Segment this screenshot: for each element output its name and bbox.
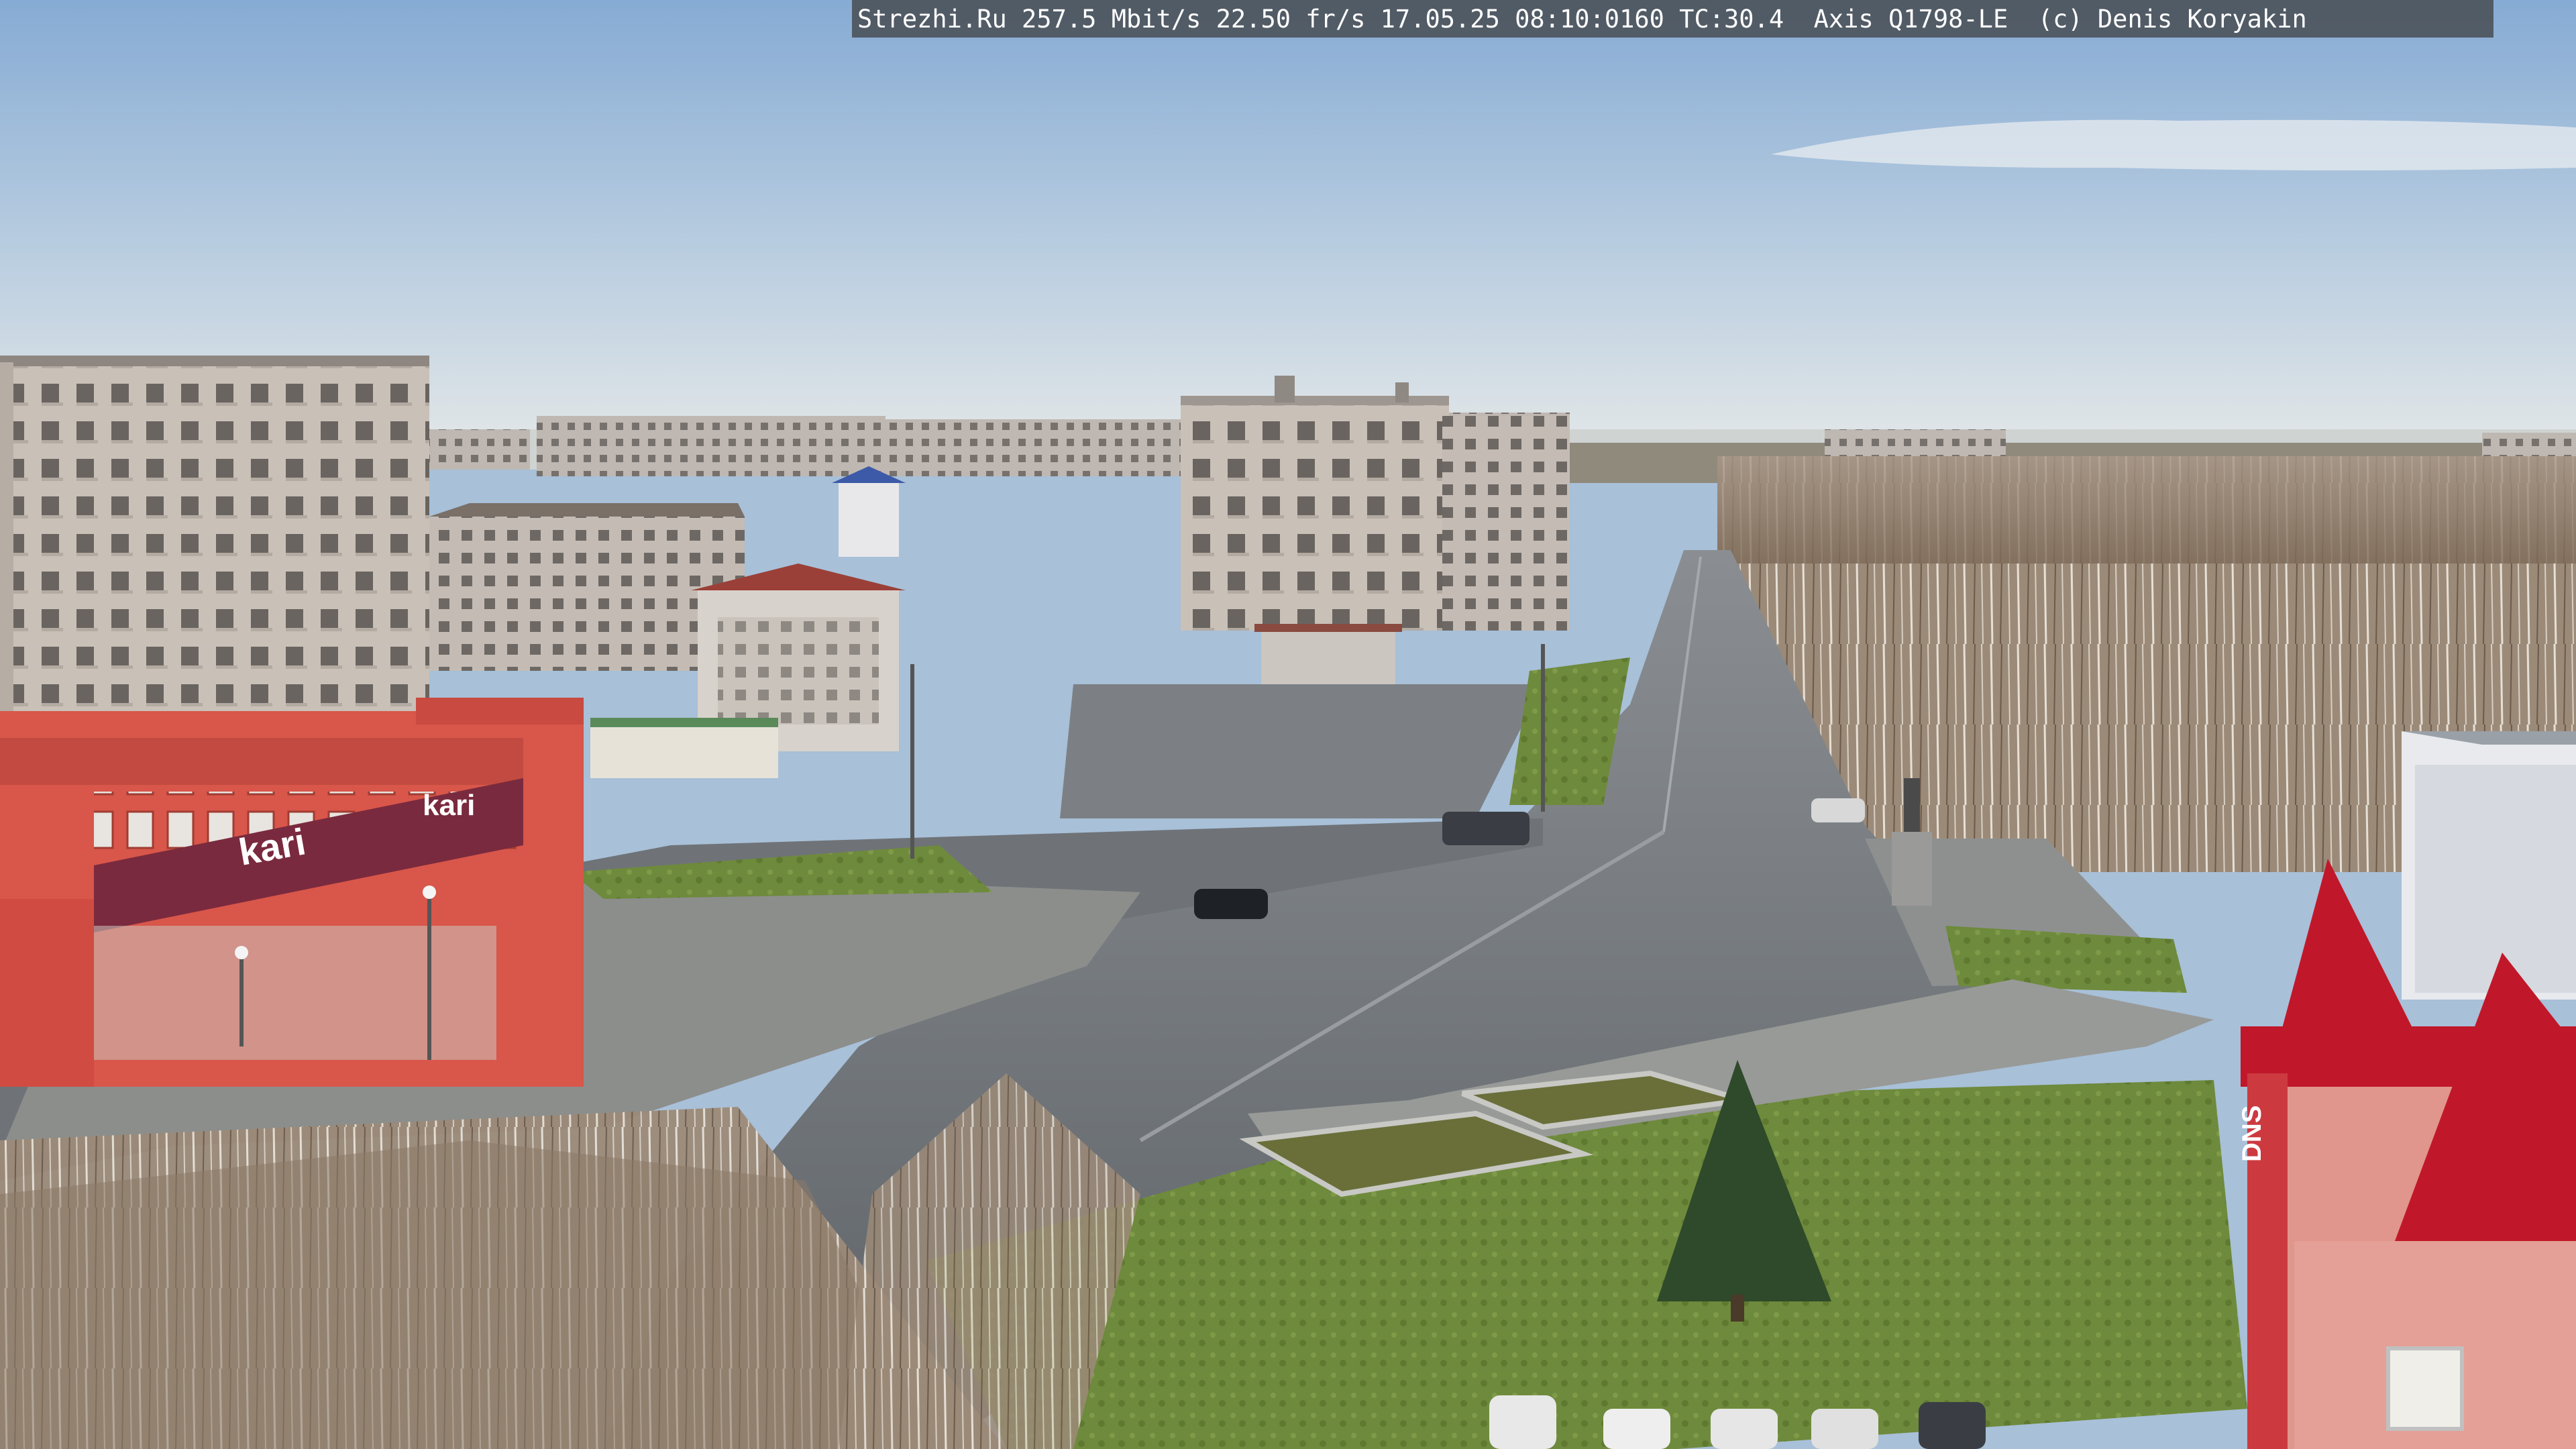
- car-white: [1811, 798, 1865, 822]
- camera-info-overlay: Strezhi.Ru 257.5 Mbit/s 22.50 fr/s 17.05…: [852, 0, 2493, 38]
- van-dark: [1442, 812, 1529, 845]
- car-dark: [1194, 889, 1268, 919]
- plaza: [1060, 684, 1543, 818]
- camera-info-text: Strezhi.Ru 257.5 Mbit/s 22.50 fr/s 17.05…: [857, 4, 2307, 34]
- forest-canopy-right: [1717, 456, 2576, 564]
- street-scene: kari kari DNS: [0, 0, 2576, 1449]
- right-white-building: [2402, 731, 2576, 1000]
- low-building-center: [1261, 631, 1395, 684]
- tower-spire-left: [2281, 859, 2415, 1033]
- webcam-frame: kari kari DNS Strezhi.Ru 257.5 Mbit/s 22…: [0, 0, 2576, 1449]
- dns-sign: DNS: [2237, 1106, 2267, 1162]
- left-apartment-block: [0, 356, 429, 765]
- kari-store: kari kari: [0, 698, 584, 1087]
- kari-sign-secondary: kari: [423, 789, 475, 822]
